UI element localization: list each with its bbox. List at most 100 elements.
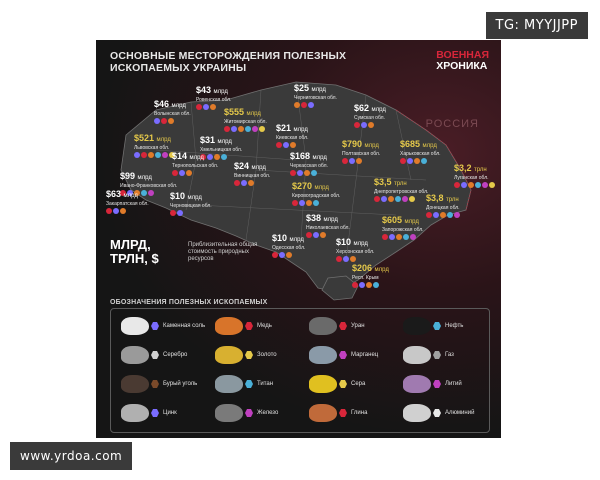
- region-name: Респ. Крым: [352, 275, 379, 281]
- legend-item: Бурый уголь: [121, 375, 197, 393]
- mineral-sample-icon: [121, 346, 149, 364]
- hexagon-icon: [151, 322, 159, 330]
- region-value-text: $99: [120, 171, 136, 181]
- region-value: $521 млрд: [134, 134, 175, 145]
- region-label: $521 млрд Львовская обл.: [134, 134, 175, 158]
- region-unit: трлн: [446, 197, 459, 203]
- region-unit: млрд: [123, 193, 138, 199]
- region-value-text: $555: [224, 107, 245, 117]
- mineral-dot-icon: [403, 234, 409, 240]
- legend-label: Нефть: [445, 323, 464, 329]
- hexagon-icon: [245, 380, 253, 388]
- region-label: $38 млрд Николаевская обл.: [306, 214, 350, 238]
- region-value-text: $10: [336, 237, 352, 247]
- mineral-dot-icon: [272, 252, 278, 258]
- mineral-dot-icon: [306, 232, 312, 238]
- mineral-dot-icon: [168, 118, 174, 124]
- region-name: Луганская обл.: [454, 175, 489, 181]
- mineral-sample-icon: [309, 404, 337, 422]
- mineral-dot-icon: [308, 102, 314, 108]
- region-value: $10 млрд: [272, 234, 305, 245]
- legend-item: Литий: [403, 375, 462, 393]
- legend-item: Золото: [215, 346, 277, 364]
- region-label: $3,2 трлн Луганская обл.: [454, 164, 495, 188]
- region-name: Черкасская обл.: [290, 163, 328, 169]
- region-value: $206 млрд: [352, 264, 389, 275]
- mineral-dots: [400, 158, 441, 164]
- hexagon-icon: [339, 409, 347, 417]
- region-label: $3,5 трлн Днепропетровская обл.: [374, 178, 428, 202]
- region-label: $270 млрд Кировоградская обл.: [292, 182, 340, 206]
- mineral-dot-icon: [238, 126, 244, 132]
- mineral-dot-icon: [374, 196, 380, 202]
- minerals-legend: Каменная соль Медь Уран Нефть Серебро Золото М…: [110, 308, 490, 433]
- region-name: Одесская обл.: [272, 245, 306, 251]
- legend-label: Алюминий: [445, 410, 475, 416]
- region-value-text: $521: [134, 133, 155, 143]
- legend-item: Серебро: [121, 346, 187, 364]
- region-value-text: $25: [294, 83, 310, 93]
- mineral-dots: [276, 142, 309, 148]
- region-name: Винницкая обл.: [234, 173, 271, 179]
- russia-label: РОССИЯ: [425, 118, 479, 130]
- mineral-sample-icon: [215, 346, 243, 364]
- region-label: $63 млрд Закарпатская обл.: [106, 190, 149, 214]
- mineral-dot-icon: [489, 182, 495, 188]
- mineral-dot-icon: [468, 182, 474, 188]
- mineral-dot-icon: [294, 102, 300, 108]
- region-name: Черниговская обл.: [294, 95, 337, 101]
- hexagon-icon: [433, 351, 441, 359]
- legend-item: Сера: [309, 375, 365, 393]
- region-value: $25 млрд: [294, 84, 337, 95]
- mineral-sample-icon: [215, 375, 243, 393]
- region-label: $685 млрд Харьковская обл.: [400, 140, 441, 164]
- legend-item: Марганец: [309, 346, 378, 364]
- region-label: $206 млрд Респ. Крым: [352, 264, 389, 288]
- mineral-dot-icon: [373, 282, 379, 288]
- region-unit: млрд: [293, 127, 308, 133]
- region-value-text: $24: [234, 161, 250, 171]
- mineral-dot-icon: [231, 126, 237, 132]
- region-value: $14 млрд: [172, 152, 218, 163]
- region-name: Киевская обл.: [276, 135, 309, 141]
- region-label: $10 млрд Черновицкая обл.: [170, 192, 212, 216]
- mineral-dots: [170, 210, 212, 216]
- mineral-dot-icon: [354, 122, 360, 128]
- mineral-dots: [374, 196, 428, 202]
- mineral-dots: [290, 170, 328, 176]
- mineral-dot-icon: [276, 142, 282, 148]
- region-value-text: $38: [306, 213, 322, 223]
- region-value: $38 млрд: [306, 214, 350, 225]
- region-unit: млрд: [213, 89, 228, 95]
- mineral-dot-icon: [342, 158, 348, 164]
- region-value: $270 млрд: [292, 182, 340, 193]
- mineral-dot-icon: [402, 196, 408, 202]
- legend-label: Бурый уголь: [163, 381, 198, 387]
- region-label: $62 млрд Сумская обл.: [354, 104, 386, 128]
- region-label: $25 млрд Черниговская обл.: [294, 84, 337, 108]
- region-value-text: $14: [172, 151, 188, 161]
- legend-label: Уран: [351, 323, 365, 329]
- mineral-dot-icon: [311, 170, 317, 176]
- mineral-dot-icon: [482, 182, 488, 188]
- mineral-dot-icon: [320, 232, 326, 238]
- mineral-dot-icon: [454, 212, 460, 218]
- hexagon-icon: [339, 351, 347, 359]
- legend-item: Алюминий: [403, 404, 474, 422]
- region-unit: млрд: [323, 217, 338, 223]
- mineral-dot-icon: [155, 152, 161, 158]
- mineral-sample-icon: [403, 404, 431, 422]
- region-label: $790 млрд Полтавская обл.: [342, 140, 380, 164]
- region-name: Днепропетровская обл.: [374, 189, 429, 195]
- mineral-dot-icon: [361, 122, 367, 128]
- mineral-sample-icon: [121, 375, 149, 393]
- legend-item: Нефть: [403, 317, 463, 335]
- legend-item: Медь: [215, 317, 272, 335]
- legend-label: Каменная соль: [163, 323, 206, 329]
- region-name: Сумская обл.: [354, 115, 385, 121]
- region-unit: млрд: [246, 111, 261, 117]
- mineral-dot-icon: [313, 232, 319, 238]
- mineral-dots: [292, 200, 340, 206]
- mineral-dot-icon: [245, 126, 251, 132]
- mineral-dot-icon: [241, 180, 247, 186]
